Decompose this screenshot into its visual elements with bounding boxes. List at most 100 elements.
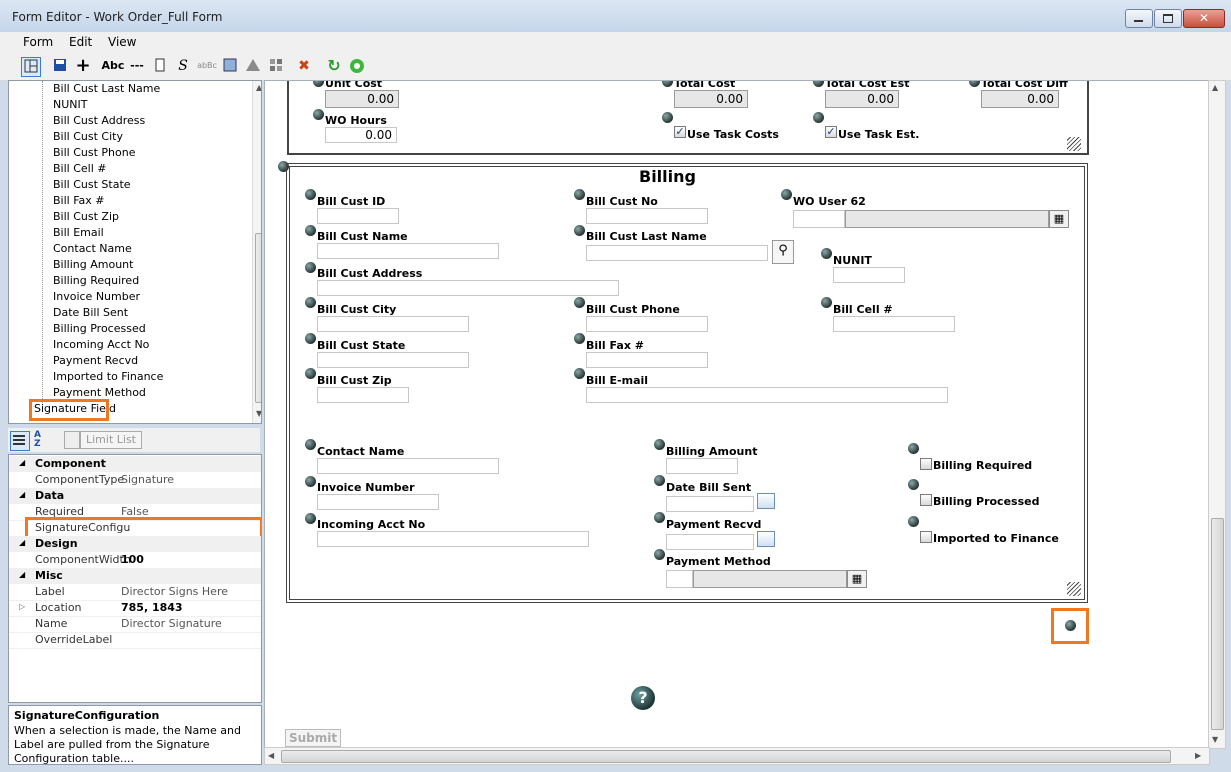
category-misc[interactable]: ◢ Misc [9, 568, 261, 584]
imported-to-finance-checkbox[interactable] [920, 531, 932, 543]
field-handle-icon[interactable] [305, 297, 316, 308]
field-handle-icon[interactable] [821, 297, 832, 308]
prop-row[interactable]: ComponentType Signature [9, 472, 261, 489]
save-button[interactable] [51, 57, 69, 75]
tree-item[interactable]: Billing Amount [53, 258, 133, 271]
layout-toggle-button[interactable] [21, 57, 41, 77]
field-handle-icon[interactable] [305, 225, 316, 236]
wo-hours-field[interactable]: 0.00 [325, 127, 397, 143]
field-handle-icon[interactable] [813, 112, 824, 123]
tree-item[interactable]: Bill Cell # [53, 162, 107, 175]
use-task-est-checkbox[interactable]: ✓ [825, 126, 837, 138]
nunit-field[interactable] [833, 267, 905, 283]
bill-fax-field[interactable] [586, 352, 708, 368]
prop-row[interactable]: Label Director Signs Here [9, 584, 261, 601]
field-handle-icon[interactable] [654, 549, 665, 560]
tree-item[interactable]: NUNIT [53, 98, 87, 111]
incoming-acct-no-field[interactable] [317, 531, 589, 547]
collapse-icon[interactable]: ◢ [19, 570, 25, 579]
add-button[interactable]: + [74, 57, 92, 75]
scroll-down-icon[interactable]: ▼ [1212, 735, 1218, 744]
field-handle-icon[interactable] [305, 368, 316, 379]
menu-view[interactable]: View [108, 35, 136, 49]
tree-item[interactable]: Date Bill Sent [53, 306, 128, 319]
menu-edit[interactable]: Edit [69, 35, 92, 49]
contact-name-field[interactable] [317, 458, 499, 474]
field-handle-icon[interactable] [574, 333, 585, 344]
add-field-button[interactable] [151, 57, 169, 75]
unit-cost-field[interactable]: 0.00 [325, 90, 399, 108]
payment-recvd-calendar-icon[interactable] [757, 531, 775, 547]
prop-row[interactable]: OverrideLabel [9, 632, 261, 649]
payment-recvd-field[interactable] [666, 534, 754, 550]
tree-item[interactable]: Contact Name [53, 242, 132, 255]
field-handle-icon[interactable] [305, 262, 316, 273]
category-data[interactable]: ◢ Data [9, 488, 261, 504]
menu-form[interactable]: Form [23, 35, 53, 49]
field-handle-icon[interactable] [654, 475, 665, 486]
tree-item[interactable]: Imported to Finance [53, 370, 163, 383]
bill-cust-zip-field[interactable] [317, 387, 409, 403]
field-handle-icon[interactable] [908, 443, 919, 454]
limit-list-button[interactable]: Limit List [80, 431, 142, 449]
canvas-scroll-thumb[interactable] [1211, 518, 1224, 730]
tree-item[interactable]: Bill Email [53, 226, 104, 239]
payment-method-code-field[interactable] [666, 570, 693, 588]
field-handle-icon[interactable] [654, 512, 665, 523]
scroll-up-icon[interactable]: ▲ [256, 83, 261, 92]
billing-processed-checkbox[interactable] [920, 494, 932, 506]
tree-scrollbar[interactable]: ▲ ▼ [252, 81, 261, 423]
tree-item[interactable]: Billing Required [53, 274, 139, 287]
prop-row[interactable]: ▷ Location 785, 1843 [9, 600, 261, 617]
field-handle-icon[interactable] [908, 516, 919, 527]
tree-scroll-thumb[interactable] [255, 233, 261, 403]
date-bill-sent-calendar-icon[interactable] [757, 493, 775, 509]
total-cost-field[interactable]: 0.00 [674, 90, 748, 108]
signature-field-handle-icon[interactable] [1065, 620, 1076, 631]
field-handle-icon[interactable] [574, 225, 585, 236]
category-design[interactable]: ◢ Design [9, 536, 261, 552]
prop-row[interactable]: Name Director Signature [9, 616, 261, 633]
field-handle-icon[interactable] [305, 333, 316, 344]
total-cost-diff-field[interactable]: 0.00 [981, 90, 1059, 108]
spell-button[interactable]: abBc [196, 57, 218, 75]
bill-email-field[interactable] [586, 387, 948, 403]
tree-item[interactable]: Bill Cust Address [53, 114, 145, 127]
canvas-hscroll-thumb[interactable] [281, 750, 1171, 763]
tree-item[interactable]: Bill Cust Zip [53, 210, 119, 223]
payment-method-desc-field[interactable] [693, 570, 847, 588]
category-component[interactable]: ◢ Component [9, 456, 261, 472]
collapse-icon[interactable]: ◢ [19, 538, 25, 547]
scroll-down-icon[interactable]: ▼ [256, 409, 261, 418]
billing-required-checkbox[interactable] [920, 458, 932, 470]
bill-cust-city-field[interactable] [317, 316, 469, 332]
canvas-vertical-scrollbar[interactable]: ▲ ▼ [1208, 80, 1226, 749]
categorized-button[interactable] [10, 431, 30, 451]
bill-cust-last-name-field[interactable] [586, 245, 768, 261]
scroll-up-icon[interactable]: ▲ [1212, 83, 1218, 92]
help-icon[interactable]: ? [631, 686, 655, 710]
field-handle-icon[interactable] [908, 479, 919, 490]
collapse-icon[interactable]: ◢ [19, 458, 25, 467]
property-page-icon[interactable] [64, 431, 80, 449]
total-cost-est-field[interactable]: 0.00 [825, 90, 899, 108]
sort-alpha-icon[interactable]: AZ [34, 431, 52, 449]
bill-cust-name-field[interactable] [317, 243, 499, 259]
field-handle-icon[interactable] [574, 189, 585, 200]
field-handle-icon[interactable] [781, 189, 792, 200]
scroll-left-icon[interactable]: ◀ [268, 751, 274, 760]
field-handle-icon[interactable] [821, 248, 832, 259]
lookup-grid-button[interactable]: ▦ [1049, 210, 1069, 228]
prop-row[interactable]: ComponentWidth 100 [9, 552, 261, 569]
resize-grip-icon[interactable] [1067, 582, 1081, 596]
wo-user-62-desc-field[interactable] [845, 210, 1049, 228]
billing-amount-field[interactable] [666, 458, 738, 474]
date-bill-sent-field[interactable] [666, 496, 754, 512]
close-button[interactable]: ✕ [1183, 9, 1225, 28]
submit-button[interactable]: Submit [285, 729, 342, 747]
bill-cell-field[interactable] [833, 316, 955, 332]
expand-icon[interactable]: ▷ [19, 602, 25, 611]
scroll-right-icon[interactable]: ▶ [1195, 751, 1201, 760]
use-task-costs-checkbox[interactable]: ✓ [674, 126, 686, 138]
tree-item[interactable]: Bill Cust Last Name [53, 82, 160, 95]
